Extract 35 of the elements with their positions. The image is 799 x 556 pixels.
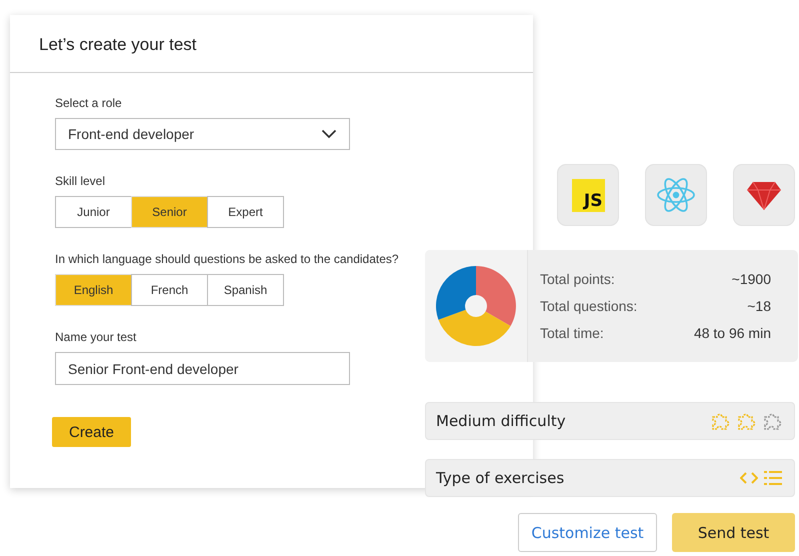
skill-option[interactable]: Junior <box>55 196 132 228</box>
js-logo: JS <box>572 178 604 212</box>
create-button[interactable]: Create <box>52 417 131 447</box>
technology-tile[interactable] <box>645 164 707 226</box>
form-title: Let’s create your test <box>39 35 198 55</box>
stat-label: Total points: <box>540 271 615 287</box>
technology-tile[interactable] <box>733 164 795 226</box>
stat-value: 48 to 96 min <box>694 325 771 341</box>
difficulty-bar[interactable]: Medium difficulty <box>425 402 795 440</box>
field-label: Select a role <box>55 96 122 110</box>
atom-icon <box>656 177 696 213</box>
stat-label: Total time: <box>540 325 604 341</box>
stat-value: ~18 <box>747 298 771 314</box>
chevron-down-icon <box>321 129 337 139</box>
field-label: In which language should questions be asked to the candidates? <box>55 252 399 266</box>
list-icon <box>764 470 782 486</box>
code-icon <box>740 471 758 485</box>
role-select[interactable]: Front-end developer <box>55 118 350 150</box>
exercise-types-label: Type of exercises <box>436 469 564 487</box>
difficulty-label: Medium difficulty <box>436 412 566 430</box>
stat-value: ~1900 <box>732 271 771 287</box>
skill-option[interactable]: Expert <box>207 196 284 228</box>
language-option[interactable]: English <box>55 274 132 306</box>
skill-option[interactable]: Senior <box>131 196 208 228</box>
exercise-types-bar[interactable]: Type of exercises <box>425 459 795 497</box>
send-test-button[interactable]: Send test <box>672 513 795 552</box>
gem-icon <box>747 180 781 210</box>
field-label: Name your test <box>55 330 136 344</box>
language-option[interactable]: French <box>131 274 208 306</box>
test-name-field[interactable]: Senior Front-end developer <box>55 352 350 385</box>
stat-label: Total questions: <box>540 298 638 314</box>
technology-tile[interactable]: JS <box>557 164 619 226</box>
customize-test-button[interactable]: Customize test <box>518 513 657 552</box>
field-label: Skill level <box>55 174 106 188</box>
language-option[interactable]: Spanish <box>207 274 284 306</box>
